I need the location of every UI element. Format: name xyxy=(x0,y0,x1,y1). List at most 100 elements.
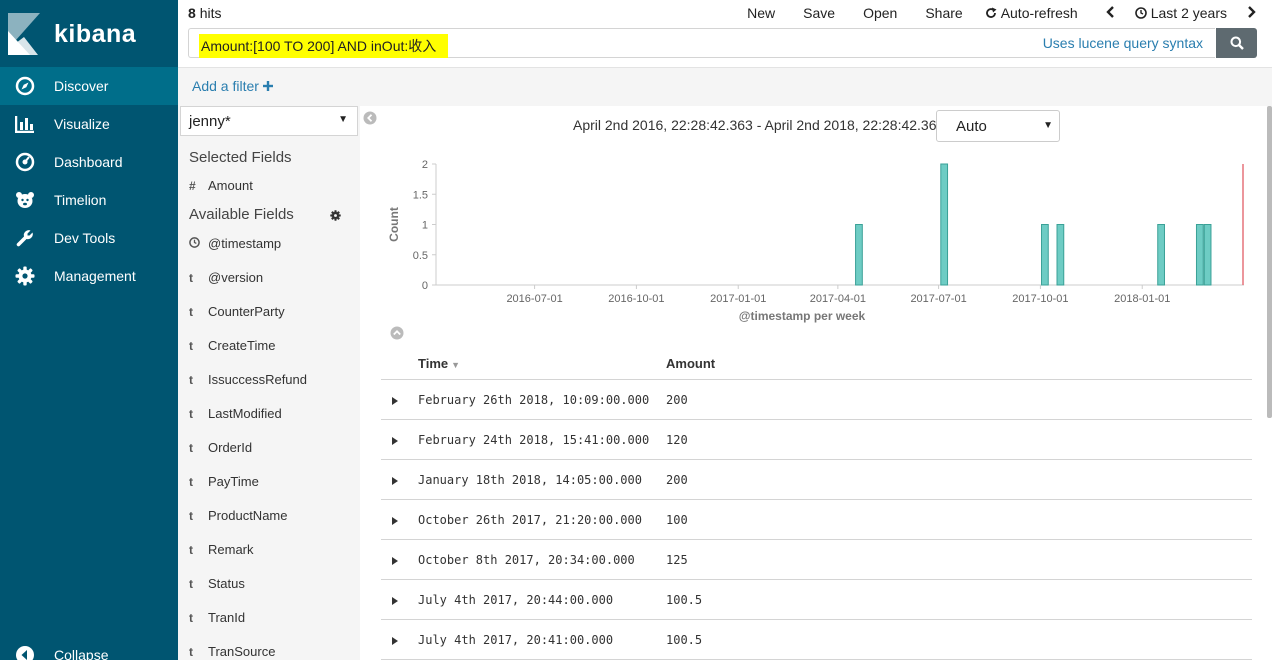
field-item[interactable]: t LastModified xyxy=(189,406,282,421)
field-name: TranId xyxy=(208,610,246,625)
expand-row-caret-icon[interactable] xyxy=(392,474,398,488)
field-item[interactable]: t ProductName xyxy=(189,508,287,523)
save-button[interactable]: Save xyxy=(803,5,835,21)
selected-fields-title: Selected Fields xyxy=(189,149,292,166)
top-menu: New Save Open Share Auto-refresh Last 2 … xyxy=(719,5,1272,21)
cell-time: February 26th 2018, 10:09:00.000 xyxy=(418,393,650,407)
open-button[interactable]: Open xyxy=(863,5,897,21)
hits-counter: 8 hits xyxy=(188,5,221,21)
field-item[interactable]: t Status xyxy=(189,576,245,591)
field-item[interactable]: t IssuccessRefund xyxy=(189,372,307,387)
field-item[interactable]: t @version xyxy=(189,270,263,285)
expand-row-caret-icon[interactable] xyxy=(392,434,398,448)
share-button[interactable]: Share xyxy=(925,5,962,21)
sidebar-item-label: Visualize xyxy=(54,116,110,132)
lucene-syntax-link[interactable]: Uses lucene query syntax xyxy=(1043,35,1203,51)
table-row[interactable]: February 26th 2018, 10:09:00.000 200 xyxy=(381,380,1252,420)
field-name: @timestamp xyxy=(208,236,282,251)
field-item[interactable]: t Remark xyxy=(189,542,254,557)
field-name: ProductName xyxy=(208,508,288,523)
sidebar-item-timelion[interactable]: Timelion xyxy=(0,181,178,219)
new-button[interactable]: New xyxy=(747,5,775,21)
field-type-number-icon: # xyxy=(189,178,196,193)
hits-label: hits xyxy=(199,5,222,21)
field-name: CounterParty xyxy=(208,304,285,319)
field-type-string-icon: t xyxy=(189,406,193,421)
x-tick-label: 2017-07-01 xyxy=(910,293,966,305)
field-item[interactable]: t PayTime xyxy=(189,474,259,489)
field-item[interactable]: t OrderId xyxy=(189,440,252,455)
sidebar: kibana Discover Visualize Dashboard Time… xyxy=(0,0,178,660)
sidebar-item-visualize[interactable]: Visualize xyxy=(0,105,178,143)
time-picker-button[interactable]: Last 2 years xyxy=(1134,5,1227,21)
table-row[interactable]: October 8th 2017, 20:34:00.000 125 xyxy=(381,540,1252,580)
field-name: LastModified xyxy=(208,406,282,421)
field-name: Remark xyxy=(208,542,254,557)
histogram-bar xyxy=(1041,224,1049,286)
cell-amount: 200 xyxy=(666,473,688,487)
expand-row-caret-icon[interactable] xyxy=(392,554,398,568)
field-item-amount[interactable]: # Amount xyxy=(189,178,253,193)
interval-value: Auto xyxy=(956,118,987,135)
field-item[interactable]: t TranId xyxy=(189,610,245,625)
field-type-string-icon: t xyxy=(189,576,193,591)
sidebar-item-dev-tools[interactable]: Dev Tools xyxy=(0,219,178,257)
histogram-bar xyxy=(1195,224,1204,286)
table-row[interactable]: October 26th 2017, 21:20:00.000 100 xyxy=(381,500,1252,540)
timelion-bear-icon xyxy=(0,191,54,209)
x-axis-title: @timestamp per week xyxy=(739,309,866,323)
sidebar-item-discover[interactable]: Discover xyxy=(0,67,178,105)
histogram-bar xyxy=(855,224,863,286)
sidebar-collapse-button[interactable]: Collapse xyxy=(0,636,178,660)
field-item[interactable]: @timestamp xyxy=(189,236,281,251)
time-forward-button[interactable] xyxy=(1247,5,1256,21)
field-type-string-icon: t xyxy=(189,304,193,319)
time-back-button[interactable] xyxy=(1106,5,1115,21)
column-header-time[interactable]: Time ▼ xyxy=(418,356,460,371)
y-axis-title: Count xyxy=(387,207,401,242)
sidebar-item-management[interactable]: Management xyxy=(0,257,178,295)
search-button[interactable] xyxy=(1216,28,1257,58)
cell-time: July 4th 2017, 20:44:00.000 xyxy=(418,593,614,607)
collapse-chart-icon[interactable] xyxy=(390,326,404,343)
y-tick-label: 0.5 xyxy=(413,250,428,262)
dashboard-gauge-icon xyxy=(0,152,54,172)
kibana-logo[interactable]: kibana xyxy=(0,0,178,68)
table-header: Time ▼ Amount xyxy=(381,346,1252,380)
x-tick-label: 2016-10-01 xyxy=(608,293,664,305)
add-filter-button[interactable]: Add a filter xyxy=(192,78,273,94)
table-row[interactable]: July 4th 2017, 20:41:00.000 100.5 xyxy=(381,620,1252,660)
field-item[interactable]: t CounterParty xyxy=(189,304,285,319)
auto-refresh-button[interactable]: Auto-refresh xyxy=(985,5,1078,21)
y-tick-label: 2 xyxy=(422,159,428,171)
field-item[interactable]: t CreateTime xyxy=(189,338,275,353)
auto-refresh-label: Auto-refresh xyxy=(1000,5,1078,21)
sidebar-item-dashboard[interactable]: Dashboard xyxy=(0,143,178,181)
sort-desc-icon: ▼ xyxy=(451,360,461,370)
field-type-string-icon: t xyxy=(189,610,193,625)
cell-amount: 100.5 xyxy=(666,593,703,607)
column-header-amount[interactable]: Amount xyxy=(666,356,715,371)
index-pattern-select[interactable]: jenny* ▼ xyxy=(180,106,358,136)
x-tick-label: 2017-04-01 xyxy=(810,293,866,305)
expand-row-caret-icon[interactable] xyxy=(392,634,398,648)
expand-row-caret-icon[interactable] xyxy=(392,594,398,608)
collapse-arrow-icon xyxy=(0,645,54,660)
search-icon xyxy=(1230,36,1244,50)
sidebar-item-label: Discover xyxy=(54,78,109,94)
cell-amount: 100 xyxy=(666,513,688,527)
page-scrollbar[interactable] xyxy=(1267,106,1272,418)
expand-row-caret-icon[interactable] xyxy=(392,394,398,408)
table-row[interactable]: February 24th 2018, 15:41:00.000 120 xyxy=(381,420,1252,460)
interval-select[interactable]: Auto ▼ xyxy=(936,110,1060,142)
histogram-bar xyxy=(1056,224,1065,286)
plus-icon xyxy=(262,81,273,91)
field-settings-gear-icon[interactable] xyxy=(330,208,341,224)
table-row[interactable]: January 18th 2018, 14:05:00.000 200 xyxy=(381,460,1252,500)
cell-time: October 26th 2017, 21:20:00.000 xyxy=(418,513,642,527)
expand-row-caret-icon[interactable] xyxy=(392,514,398,528)
field-item[interactable]: t TranSource xyxy=(189,644,275,659)
table-row[interactable]: July 4th 2017, 20:44:00.000 100.5 xyxy=(381,580,1252,620)
collapse-sidebar-icon[interactable] xyxy=(363,111,377,128)
search-input[interactable]: Amount:[100 TO 200] AND inOut:收入 Uses lu… xyxy=(188,28,1215,58)
